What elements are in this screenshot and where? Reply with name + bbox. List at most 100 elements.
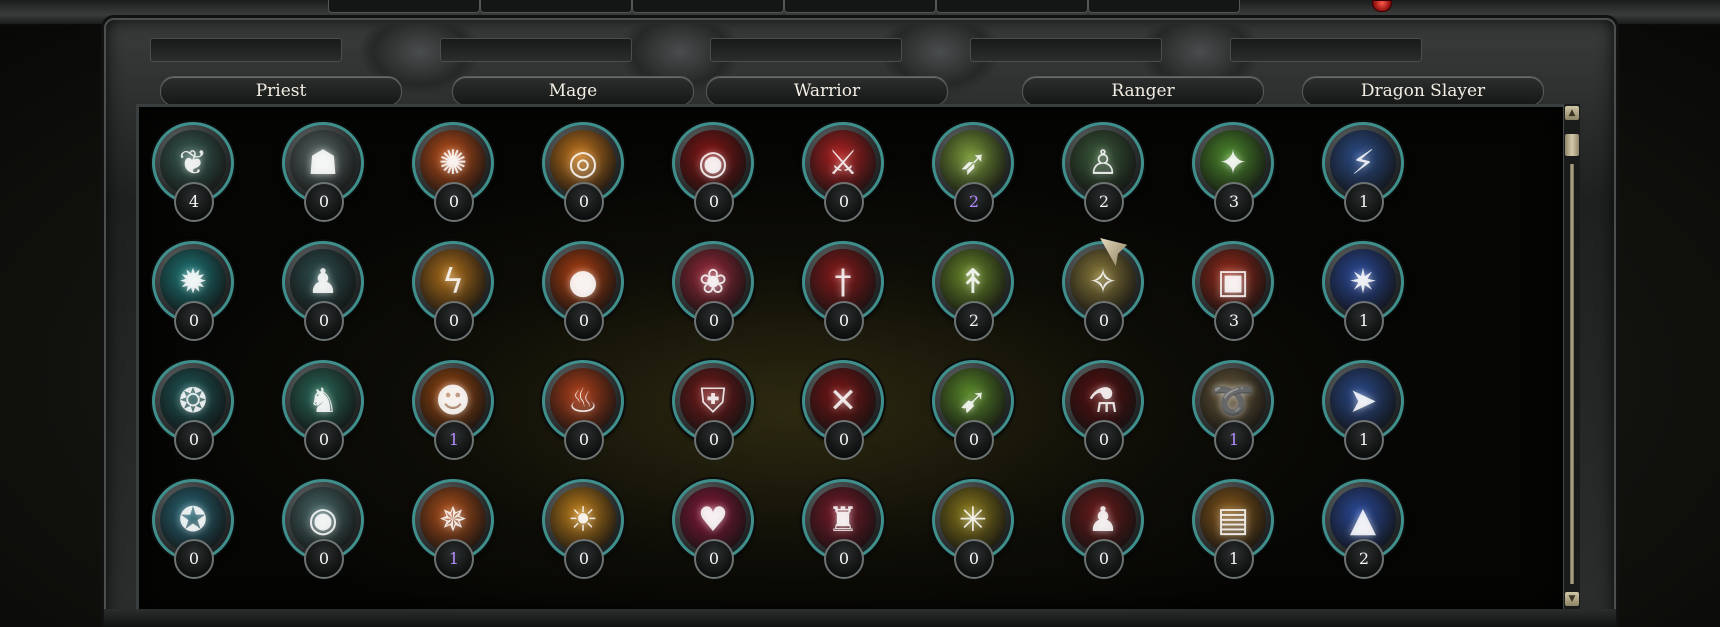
skill-points-count: 0 <box>564 539 604 579</box>
scroll-track <box>1570 164 1574 584</box>
skill-points-count: 1 <box>1214 420 1254 460</box>
scroll-up-button[interactable]: ▲ <box>1565 106 1579 120</box>
skill-points-count: 0 <box>304 182 344 222</box>
skill-points-count: 2 <box>1344 539 1384 579</box>
close-icon[interactable] <box>1372 0 1392 12</box>
tab-mage[interactable]: Mage <box>452 76 694 106</box>
skill-points-count: 3 <box>1214 301 1254 341</box>
skill-points-count: 0 <box>174 539 214 579</box>
skill-points-count: 0 <box>694 420 734 460</box>
skill-slot[interactable]: ◉ 0 <box>282 477 372 579</box>
skill-points-count: 0 <box>824 539 864 579</box>
skill-slot[interactable]: ❀ 0 <box>672 239 762 341</box>
skill-slot[interactable]: ♨ 0 <box>542 358 632 460</box>
skill-slot[interactable]: ⚔ 0 <box>802 120 892 222</box>
scroll-thumb[interactable] <box>1565 134 1579 156</box>
frame-bar <box>710 38 902 62</box>
skill-slot[interactable]: ⚡ 1 <box>1322 120 1412 222</box>
skill-points-count: 0 <box>434 182 474 222</box>
skill-slot[interactable]: ♟ 0 <box>282 239 372 341</box>
skill-slot[interactable]: ✷ 1 <box>1322 239 1412 341</box>
frame-bottom <box>104 609 1616 627</box>
skill-slot[interactable]: ✦ 3 <box>1192 120 1282 222</box>
skill-slot[interactable]: ❂ 0 <box>152 358 242 460</box>
skill-points-count: 0 <box>304 301 344 341</box>
tab-dragon-slayer[interactable]: Dragon Slayer <box>1302 76 1544 106</box>
skill-points-count: 2 <box>954 301 994 341</box>
skill-slot[interactable]: ✕ 0 <box>802 358 892 460</box>
skill-points-count: 1 <box>1214 539 1254 579</box>
skill-slot[interactable]: † 0 <box>802 239 892 341</box>
skill-slot[interactable]: ✪ 0 <box>152 477 242 579</box>
skill-points-count: 0 <box>1084 301 1124 341</box>
skill-points-count: 1 <box>434 420 474 460</box>
skill-slot[interactable]: ✵ 1 <box>412 477 502 579</box>
skill-slot[interactable]: ☗ 0 <box>282 120 372 222</box>
skill-points-count: 0 <box>434 301 474 341</box>
skill-slot[interactable]: ♟ 0 <box>1062 477 1152 579</box>
skill-points-count: 0 <box>954 539 994 579</box>
top-slot <box>1088 0 1240 13</box>
skill-slot[interactable]: ⚗ 0 <box>1062 358 1152 460</box>
skill-slot[interactable]: ● 0 <box>542 239 632 341</box>
skill-grid: ❦ 4 ☗ 0 ✺ 0 ◎ 0 ◉ 0 ⚔ 0 ➶ 2 ♙ 2 ✦ 3 ⚡ 1 ✹ 0 ♟ 0 ϟ 0 ● 0 ❀ 0 † 0 ↟ 2 ✧ 0 ▣ 3 ✷ 1… <box>152 120 1558 600</box>
skill-points-count: 2 <box>954 182 994 222</box>
skill-slot[interactable]: ◉ 0 <box>672 120 762 222</box>
skill-slot[interactable]: ▲ 2 <box>1322 477 1412 579</box>
frame-bar <box>1230 38 1422 62</box>
skill-slot[interactable]: ⛨ 0 <box>672 358 762 460</box>
skill-slot[interactable]: ♥ 0 <box>672 477 762 579</box>
skill-points-count: 0 <box>304 539 344 579</box>
skill-points-count: 0 <box>954 420 994 460</box>
skill-slot[interactable]: ✹ 0 <box>152 239 242 341</box>
skill-slot[interactable]: ▣ 3 <box>1192 239 1282 341</box>
skill-points-count: 0 <box>824 301 864 341</box>
skill-slot[interactable]: ❦ 4 <box>152 120 242 222</box>
skill-slot[interactable]: ϟ0 <box>412 239 502 341</box>
skill-slot[interactable]: ◎ 0 <box>542 120 632 222</box>
scroll-down-button[interactable]: ▼ <box>1565 592 1579 606</box>
skill-points-count: 0 <box>1084 539 1124 579</box>
skill-slot[interactable]: ➤ 1 <box>1322 358 1412 460</box>
skill-slot[interactable]: ✧ 0 <box>1062 239 1152 341</box>
frame-bar <box>970 38 1162 62</box>
skill-points-count: 1 <box>1344 420 1384 460</box>
top-slot <box>936 0 1088 13</box>
frame-bar <box>150 38 342 62</box>
skill-points-count: 1 <box>434 539 474 579</box>
skill-slot[interactable]: ♙ 2 <box>1062 120 1152 222</box>
skill-points-count: 1 <box>1344 301 1384 341</box>
skill-slot[interactable]: ♜ 0 <box>802 477 892 579</box>
skill-points-count: 0 <box>564 182 604 222</box>
skill-points-count: 0 <box>1084 420 1124 460</box>
skill-slot[interactable]: ↟ 2 <box>932 239 1022 341</box>
skill-slot[interactable]: ✳ 0 <box>932 477 1022 579</box>
skill-slot[interactable]: ▤ 1 <box>1192 477 1282 579</box>
skill-points-count: 0 <box>694 539 734 579</box>
skill-points-count: 0 <box>304 420 344 460</box>
skill-points-count: 0 <box>694 301 734 341</box>
skill-slot[interactable]: ➹ 0 <box>932 358 1022 460</box>
skill-points-count: 3 <box>1214 182 1254 222</box>
skill-slot[interactable]: ➶ 2 <box>932 120 1022 222</box>
skill-points-count: 1 <box>1344 182 1384 222</box>
skill-slot[interactable]: ♞ 0 <box>282 358 372 460</box>
skill-points-count: 4 <box>174 182 214 222</box>
tab-priest[interactable]: Priest <box>160 76 402 106</box>
tab-ranger[interactable]: Ranger <box>1022 76 1264 106</box>
skill-slot[interactable]: ➰ 1 <box>1192 358 1282 460</box>
skill-points-count: 0 <box>564 420 604 460</box>
skill-points-count: 0 <box>174 420 214 460</box>
scrollbar[interactable]: ▲ ▼ <box>1563 104 1580 609</box>
top-slot <box>480 0 632 13</box>
skill-slot[interactable]: ✺ 0 <box>412 120 502 222</box>
skill-points-count: 0 <box>694 182 734 222</box>
skill-points-count: 0 <box>824 420 864 460</box>
skill-points-count: 0 <box>824 182 864 222</box>
top-slot <box>632 0 784 13</box>
skill-points-count: 2 <box>1084 182 1124 222</box>
skill-slot[interactable]: ☻ 1 <box>412 358 502 460</box>
skill-slot[interactable]: ☀ 0 <box>542 477 632 579</box>
top-slot <box>328 0 480 13</box>
tab-warrior[interactable]: Warrior <box>706 76 948 106</box>
